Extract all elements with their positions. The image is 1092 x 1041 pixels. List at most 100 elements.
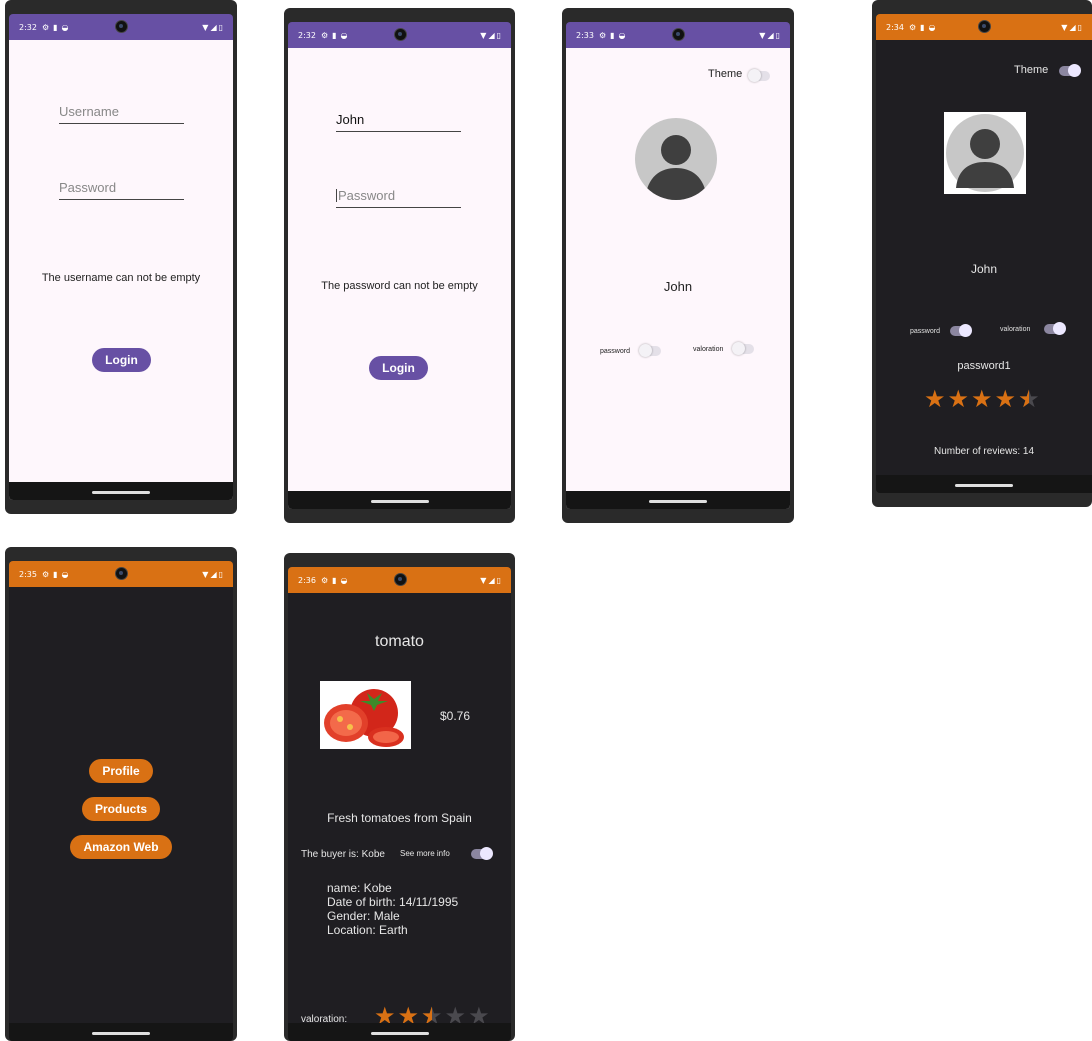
wifi-icon: ▼ [202, 569, 209, 579]
profile-button[interactable]: Profile [89, 759, 153, 783]
buyer-label: The buyer is: Kobe [301, 849, 385, 860]
wifi-icon: ▼ [759, 30, 766, 40]
products-button[interactable]: Products [82, 797, 160, 821]
tomato-image [324, 689, 404, 747]
sync-icon: ◒ [618, 30, 626, 40]
profile-view: Theme John password valoration password1… [876, 40, 1092, 493]
home-indicator[interactable] [9, 1023, 233, 1041]
avatar [944, 112, 1026, 194]
profile-name: John [970, 262, 998, 276]
username-field[interactable]: John [336, 110, 461, 132]
signal-icon: ◢ [210, 569, 217, 579]
home-indicator[interactable] [288, 1023, 511, 1041]
theme-label: Theme [708, 68, 743, 80]
home-indicator[interactable] [876, 475, 1092, 493]
product-image [320, 681, 411, 749]
signal-icon: ◢ [488, 30, 495, 40]
status-time: 2:34 [886, 22, 904, 32]
camera-icon [115, 20, 128, 33]
home-indicator[interactable] [288, 491, 511, 509]
screen: 2:35 ⚙ ▮ ◒ ▼ ◢ ▯ Profile Products Amazon Web [9, 561, 233, 1041]
password-toggle[interactable] [639, 344, 661, 357]
login-form: John Password The password can not be em… [288, 48, 511, 509]
theme-toggle[interactable] [1059, 64, 1081, 77]
buyer-location: Location: Earth [327, 923, 408, 937]
star-icon: ★ [994, 386, 1017, 413]
notification-icon: ⚙ [41, 22, 50, 32]
home-indicator[interactable] [9, 482, 233, 500]
login-button[interactable]: Login [92, 348, 151, 372]
camera-icon [393, 573, 407, 586]
error-message: The password can not be empty [321, 280, 478, 292]
profile-view: Theme John password valoration [566, 48, 790, 509]
status-time: 2:35 [19, 569, 37, 579]
notification-icon: ⚙ [320, 575, 329, 585]
notification-icon: ⚙ [41, 569, 50, 579]
rating-stars: ★ ★ ★ ★ ★ [924, 386, 1040, 413]
screen: 2:32 ⚙ ▮ ◒ ▼ ◢ ▯ Username Password The usern… [9, 14, 233, 500]
password-value: password1 [957, 360, 1011, 372]
home-indicator[interactable] [566, 491, 790, 509]
amazon-web-button[interactable]: Amazon Web [70, 835, 172, 859]
star-icon: ★ [971, 386, 993, 413]
signal-icon: ◢ [488, 575, 495, 585]
phone-login-password-error: 2:32 ⚙ ▮ ◒ ▼ ◢ ▯ John Password The password … [284, 8, 515, 523]
sync-icon: ◒ [61, 569, 69, 579]
screen: 2:33 ⚙ ▮ ◒ ▼ ◢ ▯ Theme John password valorat… [566, 22, 790, 509]
password-placeholder: Password [338, 188, 396, 203]
battery-icon: ▯ [1077, 22, 1082, 32]
screen: 2:34 ⚙ ▮ ◒ ▼ ◢ ▯ Theme John password valorat… [876, 14, 1092, 493]
text-cursor [336, 189, 337, 202]
battery-icon: ▯ [775, 30, 780, 40]
product-description: Fresh tomatoes from Spain [327, 811, 472, 825]
product-name: tomato [375, 633, 424, 650]
sync-icon: ◒ [928, 22, 936, 32]
password-toggle-label: password [600, 348, 630, 355]
sim-icon: ▮ [53, 569, 58, 579]
star-icon: ★ [924, 386, 946, 413]
buyer-birthdate: Date of birth: 14/11/1995 [327, 895, 459, 909]
camera-icon [393, 28, 407, 41]
camera-icon [672, 28, 685, 41]
screen: 2:32 ⚙ ▮ ◒ ▼ ◢ ▯ John Password The password … [288, 22, 511, 509]
battery-icon: ▯ [496, 30, 501, 40]
star-icon: ★ [1018, 388, 1040, 413]
password-field[interactable]: Password [336, 186, 461, 208]
signal-icon: ◢ [767, 30, 774, 40]
wifi-icon: ▼ [480, 30, 487, 40]
reviews-count: Number of reviews: 14 [933, 446, 1035, 457]
signal-icon: ◢ [210, 22, 217, 32]
buyer-gender: Gender: Male [327, 909, 400, 923]
see-more-toggle[interactable] [471, 847, 493, 860]
product-price: $0.76 [440, 709, 471, 723]
username-field[interactable]: Username [59, 102, 184, 124]
main-menu: Profile Products Amazon Web [9, 587, 233, 1041]
battery-icon: ▯ [218, 569, 223, 579]
person-silhouette-icon [645, 135, 707, 200]
password-toggle-label: password [910, 328, 940, 335]
phone-menu: 2:35 ⚙ ▮ ◒ ▼ ◢ ▯ Profile Products Amazon Web [5, 547, 237, 1041]
camera-icon [115, 567, 128, 580]
phone-profile-light: 2:33 ⚙ ▮ ◒ ▼ ◢ ▯ Theme John password valorat… [562, 8, 794, 523]
notification-icon: ⚙ [320, 30, 329, 40]
password-toggle[interactable] [950, 324, 972, 337]
theme-label: Theme [1014, 64, 1049, 76]
status-time: 2:32 [19, 22, 37, 32]
buyer-name: name: Kobe [327, 881, 392, 895]
password-field[interactable]: Password [59, 178, 184, 200]
person-silhouette-icon [946, 114, 1024, 192]
sim-icon: ▮ [920, 22, 925, 32]
battery-icon: ▯ [496, 575, 501, 585]
star-icon: ★ [947, 386, 970, 413]
status-time: 2:33 [576, 30, 594, 40]
sync-icon: ◒ [61, 22, 69, 32]
valoration-toggle[interactable] [732, 342, 754, 355]
valoration-toggle[interactable] [1044, 322, 1066, 335]
theme-toggle[interactable] [748, 69, 770, 82]
wifi-icon: ▼ [202, 22, 209, 32]
avatar [635, 118, 717, 200]
status-time: 2:32 [298, 30, 316, 40]
signal-icon: ◢ [1069, 22, 1076, 32]
login-button[interactable]: Login [369, 356, 428, 380]
sim-icon: ▮ [610, 30, 615, 40]
